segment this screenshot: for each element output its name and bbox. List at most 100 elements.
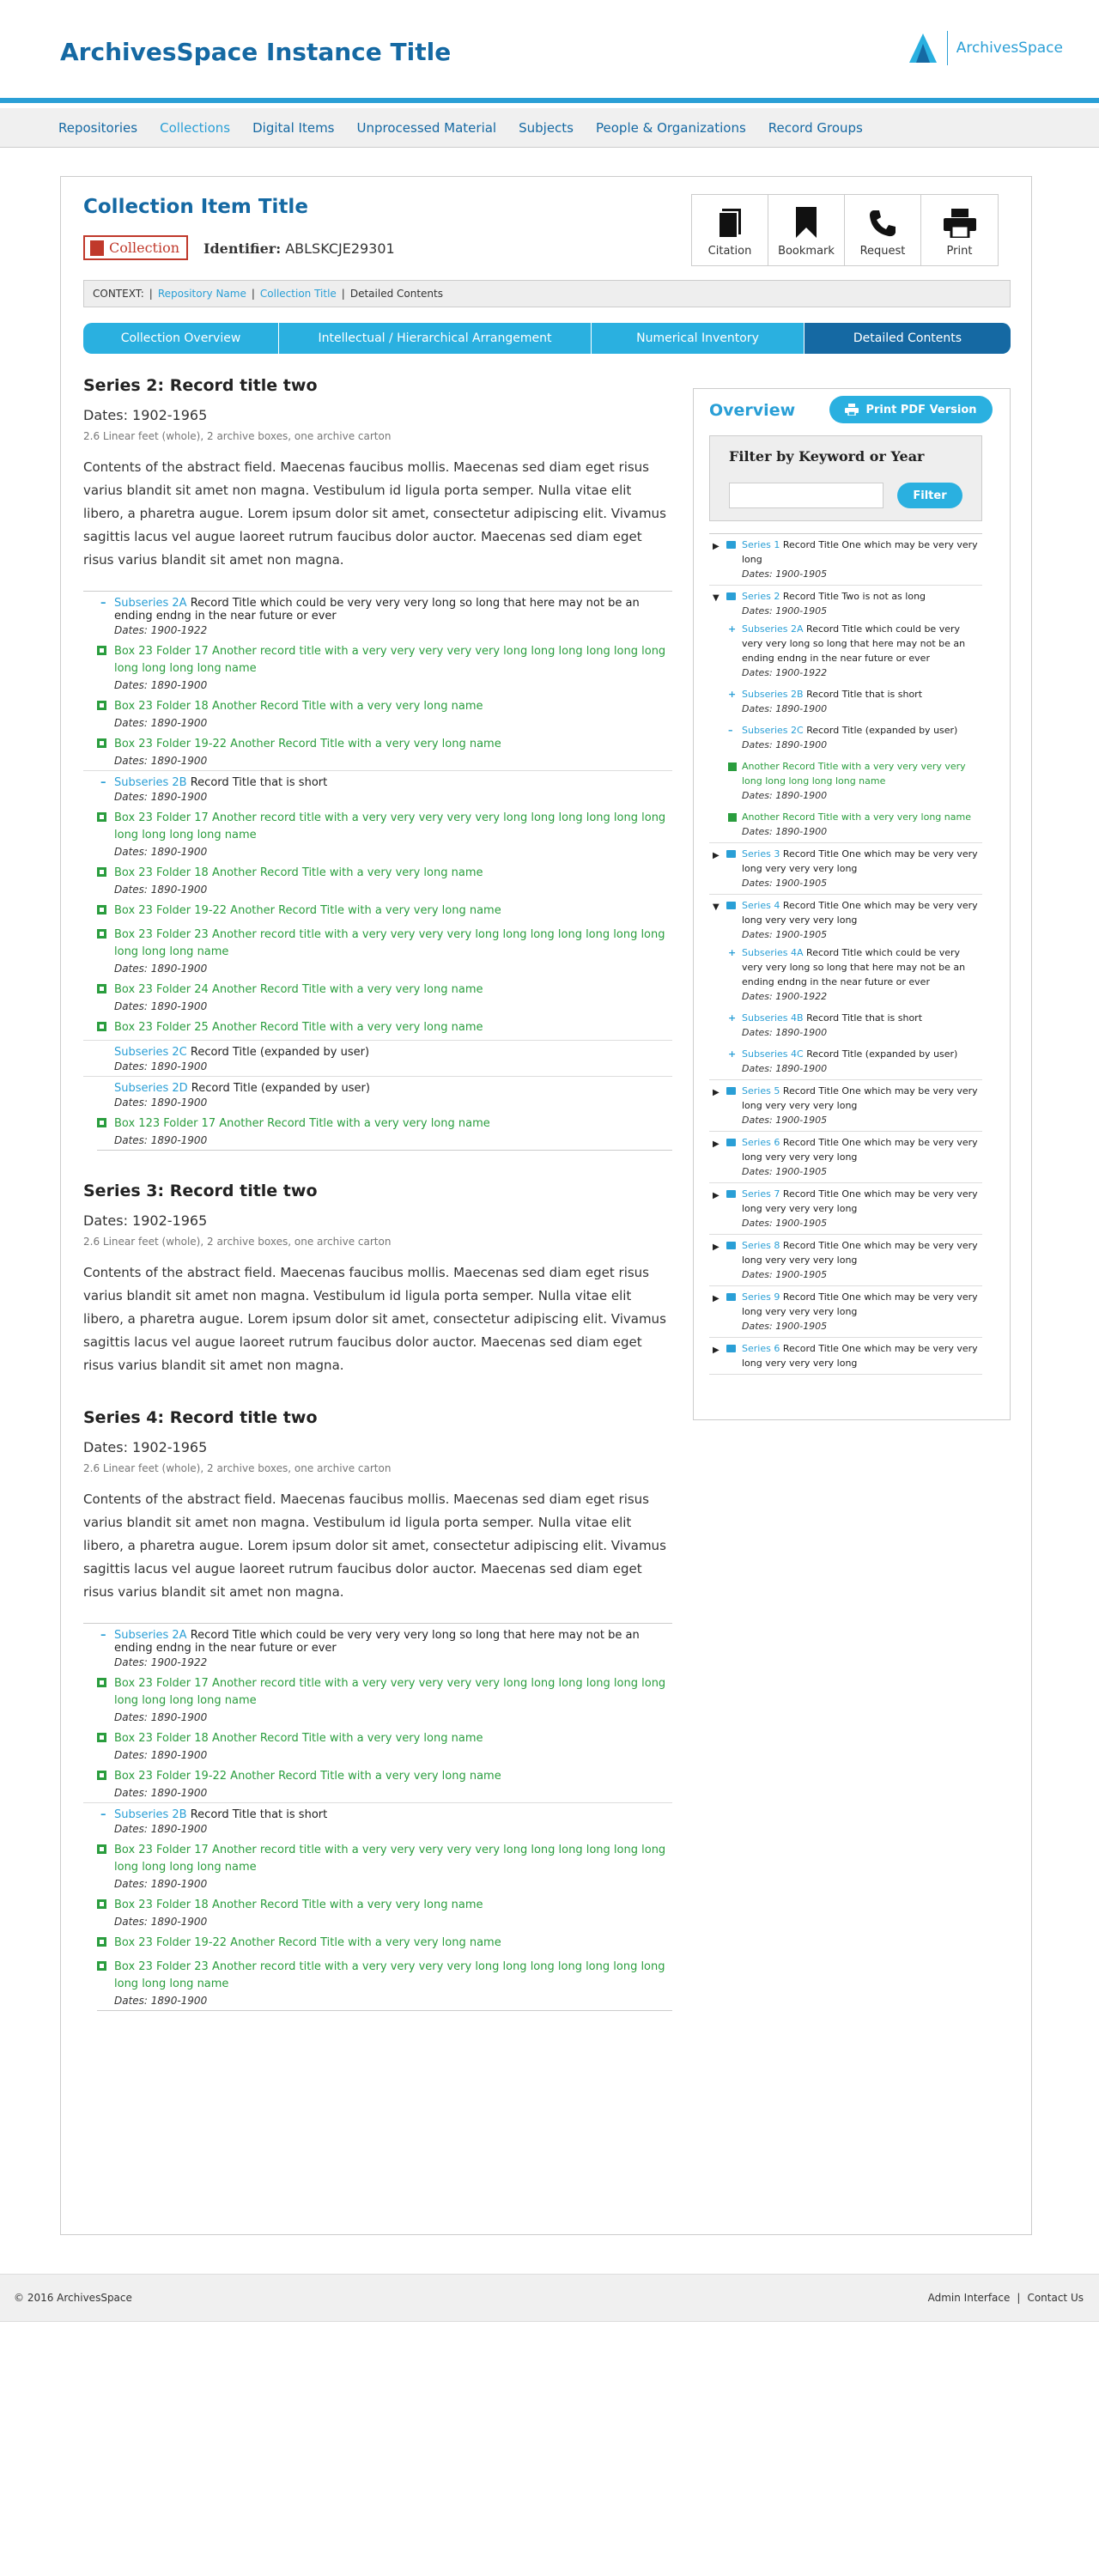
series-label[interactable]: Series 3 [742, 848, 780, 860]
subseries-label[interactable]: Subseries 4B [742, 1012, 804, 1024]
item-title[interactable]: Box 23 Folder 17 Another record title wi… [114, 643, 672, 677]
list-item[interactable]: Box 23 Folder 23 Another record title wi… [97, 1955, 672, 2011]
breadcrumb-repository[interactable]: Repository Name [158, 288, 246, 300]
tab-numerical-inventory[interactable]: Numerical Inventory [592, 323, 805, 354]
item-title[interactable]: Box 123 Folder 17 Another Record Title w… [114, 1115, 672, 1133]
series-label[interactable]: Series 4 [742, 900, 780, 911]
list-item[interactable]: Box 23 Folder 19-22 Another Record Title… [97, 732, 672, 770]
subseries-2a[interactable]: – Subseries 2A Record Title which could b… [83, 1624, 672, 1672]
subseries-label[interactable]: Subseries 2A [742, 623, 804, 635]
subseries-2c[interactable]: Subseries 2C Record Title (expanded by u… [83, 1040, 672, 1076]
archivesspace-logo[interactable]: ArchivesSpace [908, 31, 1063, 65]
tree-subseries-4a[interactable]: + Subseries 4A Record Title which could b… [709, 942, 982, 1007]
tree-series-2[interactable]: ▼ Series 2 Record Title Two is not as lon… [709, 586, 982, 843]
contact-us-link[interactable]: Contact Us [1027, 2292, 1084, 2304]
expand-toggle[interactable]: + [728, 945, 736, 960]
print-pdf-button[interactable]: Print PDF Version [829, 396, 993, 423]
nav-record-groups[interactable]: Record Groups [768, 120, 863, 136]
subseries-2b[interactable]: – Subseries 2B Record Title that is short… [83, 770, 672, 806]
list-item[interactable]: Box 23 Folder 24 Another Record Title wi… [97, 978, 672, 1016]
tree-subseries-4b[interactable]: + Subseries 4B Record Title that is short… [709, 1007, 982, 1043]
item-title[interactable]: Box 23 Folder 17 Another record title wi… [114, 810, 672, 844]
tree-subseries-2a[interactable]: + Subseries 2A Record Title which could b… [709, 618, 982, 683]
series-label[interactable]: Series 9 [742, 1291, 780, 1303]
tab-hierarchical-arrangement[interactable]: Intellectual / Hierarchical Arrangement [279, 323, 592, 354]
tree-series-1[interactable]: ▶ Series 1 Record Title One which may be … [709, 534, 982, 586]
item-title[interactable]: Box 23 Folder 17 Another record title wi… [114, 1675, 672, 1710]
subseries-label[interactable]: Subseries 2B [114, 776, 187, 789]
expand-arrow-icon[interactable]: ▶ [713, 848, 720, 863]
item-title[interactable]: Box 23 Folder 17 Another record title wi… [114, 1842, 672, 1876]
expand-arrow-icon[interactable]: ▶ [713, 1343, 720, 1358]
item-title[interactable]: Another Record Title with a very very lo… [742, 810, 982, 824]
tree-series-6-duplicate[interactable]: ▶ Series 6 Record Title One which may be … [709, 1338, 982, 1375]
nav-digital-items[interactable]: Digital Items [252, 120, 334, 136]
subseries-label[interactable]: Subseries 2C [114, 1046, 187, 1059]
list-item[interactable]: Box 23 Folder 18 Another Record Title wi… [97, 861, 672, 899]
subseries-2b[interactable]: – Subseries 2B Record Title that is short… [83, 1802, 672, 1838]
item-title[interactable]: Box 23 Folder 19-22 Another Record Title… [114, 1768, 672, 1785]
nav-repositories[interactable]: Repositories [58, 120, 137, 136]
tree-series-7[interactable]: ▶ Series 7 Record Title One which may be … [709, 1183, 982, 1235]
expand-arrow-icon[interactable]: ▶ [713, 1137, 720, 1151]
series-label[interactable]: Series 7 [742, 1188, 780, 1200]
expand-toggle[interactable]: + [728, 687, 736, 702]
nav-people-organizations[interactable]: People & Organizations [596, 120, 746, 136]
breadcrumb-collection[interactable]: Collection Title [260, 288, 337, 300]
tree-series-5[interactable]: ▶ Series 5 Record Title One which may be … [709, 1080, 982, 1132]
list-item[interactable]: Box 23 Folder 18 Another Record Title wi… [97, 1727, 672, 1765]
item-title[interactable]: Box 23 Folder 18 Another Record Title wi… [114, 865, 672, 882]
expand-arrow-icon[interactable]: ▶ [713, 539, 720, 554]
bookmark-button[interactable]: Bookmark [768, 195, 845, 265]
collapse-arrow-icon[interactable]: ▼ [713, 591, 720, 605]
subseries-label[interactable]: Subseries 2D [114, 1082, 188, 1095]
expand-toggle[interactable]: + [728, 1011, 736, 1025]
item-title[interactable]: Box 23 Folder 25 Another Record Title wi… [114, 1019, 672, 1036]
tab-detailed-contents[interactable]: Detailed Contents [805, 323, 1011, 354]
item-title[interactable]: Box 23 Folder 18 Another Record Title wi… [114, 698, 672, 715]
nav-subjects[interactable]: Subjects [519, 120, 574, 136]
series-label[interactable]: Series 2 [742, 591, 780, 602]
item-title[interactable]: Box 23 Folder 18 Another Record Title wi… [114, 1730, 672, 1747]
item-title[interactable]: Box 23 Folder 19-22 Another Record Title… [114, 902, 672, 920]
admin-interface-link[interactable]: Admin Interface [928, 2292, 1011, 2304]
subseries-label[interactable]: Subseries 4A [742, 947, 804, 958]
tree-item[interactable]: Another Record Title with a very very lo… [709, 806, 982, 842]
series-label[interactable]: Series 6 [742, 1343, 780, 1354]
series-label[interactable]: Series 1 [742, 539, 780, 550]
tab-collection-overview[interactable]: Collection Overview [83, 323, 279, 354]
series-label[interactable]: Series 5 [742, 1085, 780, 1097]
tree-subseries-2b[interactable]: + Subseries 2B Record Title that is short… [709, 683, 982, 720]
collapse-toggle[interactable]: – [728, 723, 733, 738]
item-title[interactable]: Box 23 Folder 19-22 Another Record Title… [114, 1935, 672, 1952]
subseries-label[interactable]: Subseries 2B [742, 689, 804, 700]
subseries-label[interactable]: Subseries 2A [114, 1629, 187, 1642]
collapse-toggle[interactable]: – [100, 776, 106, 789]
tree-series-8[interactable]: ▶ Series 8 Record Title One which may be … [709, 1235, 982, 1286]
expand-arrow-icon[interactable]: ▶ [713, 1291, 720, 1306]
subseries-label[interactable]: Subseries 2A [114, 597, 187, 610]
list-item[interactable]: Box 23 Folder 23 Another record title wi… [97, 923, 672, 978]
series-label[interactable]: Series 6 [742, 1137, 780, 1148]
list-item[interactable]: Box 23 Folder 17 Another record title wi… [97, 640, 672, 695]
subseries-label[interactable]: Subseries 4C [742, 1048, 804, 1060]
list-item[interactable]: Box 23 Folder 19-22 Another Record Title… [97, 1931, 672, 1955]
expand-arrow-icon[interactable]: ▶ [713, 1085, 720, 1100]
filter-button[interactable]: Filter [897, 483, 962, 508]
citation-button[interactable]: Citation [692, 195, 768, 265]
subseries-2d[interactable]: Subseries 2D Record Title (expanded by u… [83, 1076, 672, 1112]
item-title[interactable]: Box 23 Folder 18 Another Record Title wi… [114, 1897, 672, 1914]
site-title[interactable]: ArchivesSpace Instance Title [60, 38, 451, 66]
expand-arrow-icon[interactable]: ▶ [713, 1188, 720, 1203]
series-title[interactable]: Series 3: Record title two [83, 1182, 672, 1200]
list-item[interactable]: Box 23 Folder 17 Another record title wi… [97, 806, 672, 861]
list-item[interactable]: Box 23 Folder 18 Another Record Title wi… [97, 1893, 672, 1931]
subseries-label[interactable]: Subseries 2C [742, 725, 804, 736]
list-item[interactable]: Box 23 Folder 19-22 Another Record Title… [97, 1765, 672, 1802]
collapse-toggle[interactable]: – [100, 597, 106, 610]
tree-series-3[interactable]: ▶ Series 3 Record Title One which may be … [709, 843, 982, 895]
list-item[interactable]: Box 23 Folder 19-22 Another Record Title… [97, 899, 672, 923]
item-title[interactable]: Another Record Title with a very very ve… [742, 759, 982, 788]
tree-series-6[interactable]: ▶ Series 6 Record Title One which may be … [709, 1132, 982, 1183]
item-title[interactable]: Box 23 Folder 23 Another record title wi… [114, 1959, 672, 1993]
